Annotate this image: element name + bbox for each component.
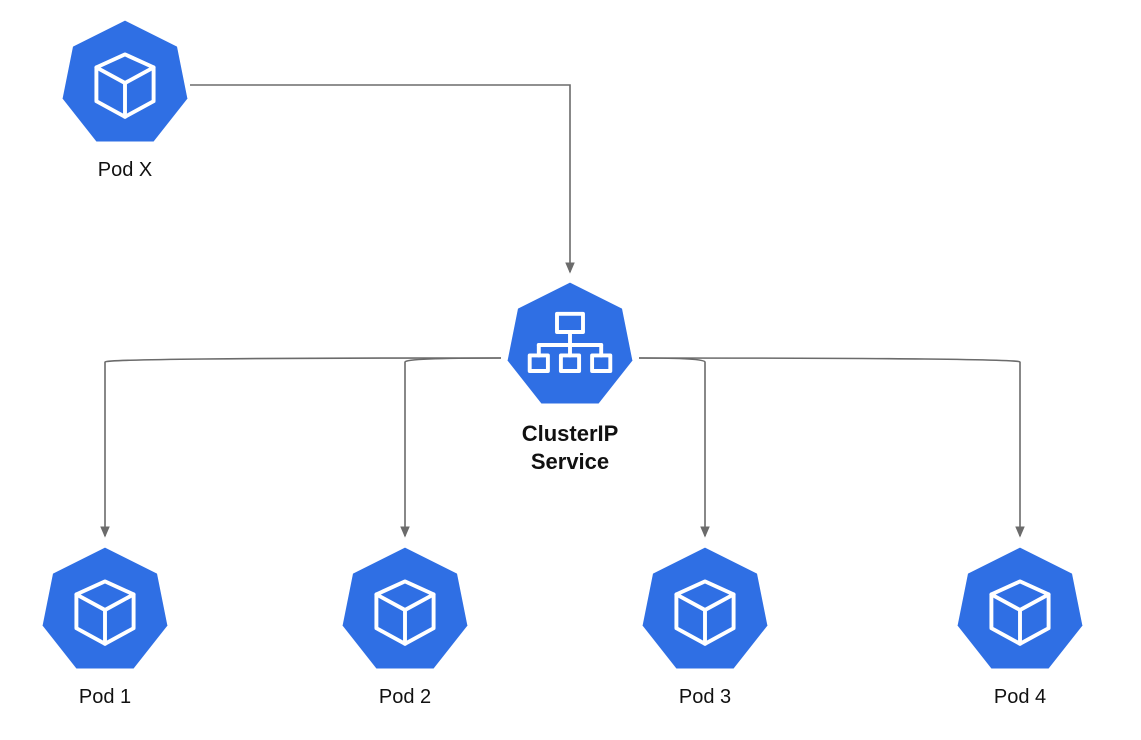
pod-icon	[340, 545, 470, 675]
connector-arrow	[639, 358, 1020, 536]
node-pod-4: Pod 4	[955, 545, 1085, 710]
node-pod-2: Pod 2	[340, 545, 470, 710]
node-pod-1: Pod 1	[40, 545, 170, 710]
connector-arrow	[405, 358, 501, 536]
node-pod-x: Pod X	[60, 18, 190, 183]
pod-icon	[640, 545, 770, 675]
pod-icon	[60, 18, 190, 148]
pod-4-label: Pod 4	[994, 685, 1046, 710]
pod-3-label: Pod 3	[679, 685, 731, 710]
pod-icon	[40, 545, 170, 675]
node-pod-3: Pod 3	[640, 545, 770, 710]
pod-icon	[955, 545, 1085, 675]
service-label: ClusterIP Service	[522, 420, 619, 475]
service-icon	[505, 280, 635, 410]
connector-arrow	[105, 358, 501, 536]
pod-x-label: Pod X	[98, 158, 152, 183]
connector-arrow	[190, 85, 570, 272]
pod-2-label: Pod 2	[379, 685, 431, 710]
node-service: ClusterIP Service	[505, 280, 635, 475]
connector-arrow	[639, 358, 705, 536]
pod-1-label: Pod 1	[79, 685, 131, 710]
